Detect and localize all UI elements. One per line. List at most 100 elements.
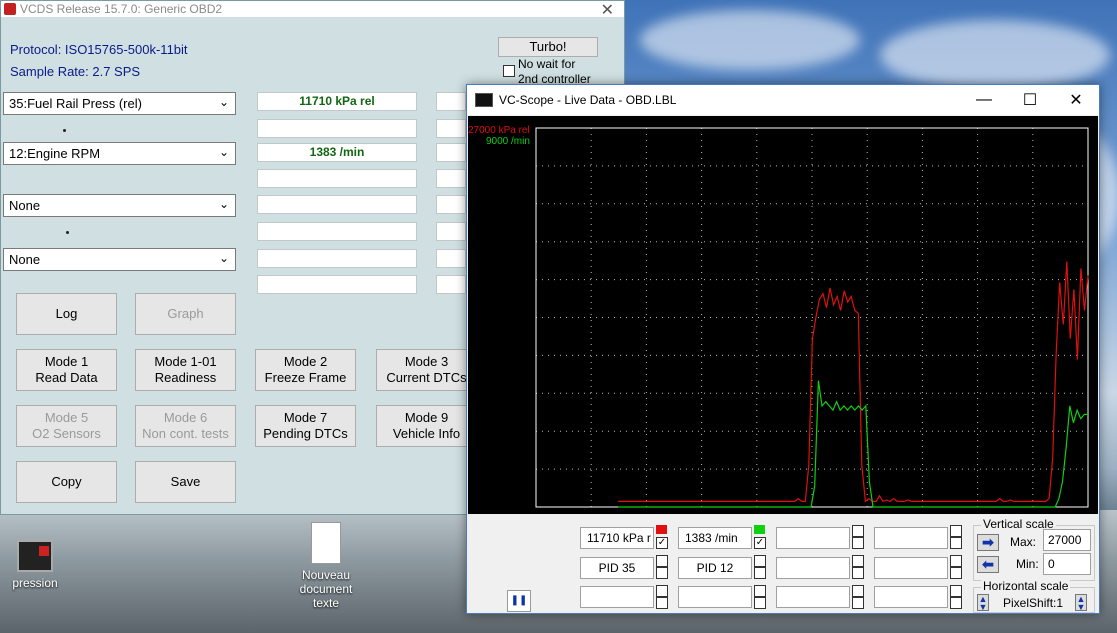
turbo-button[interactable]: Turbo!	[498, 37, 598, 57]
series3-color-checkbox[interactable]	[852, 525, 864, 537]
max-label: Max:	[1010, 535, 1037, 549]
arrow-left-icon[interactable]: ⬅	[977, 556, 999, 573]
pause-button[interactable]: ❚❚	[507, 590, 531, 612]
pid-button-4[interactable]	[874, 557, 948, 579]
maximize-icon[interactable]: ☐	[1007, 85, 1053, 115]
aux-field	[436, 119, 466, 138]
checkbox[interactable]	[754, 567, 766, 579]
max-input[interactable]: 27000	[1043, 529, 1091, 551]
desktop-icon-label: pression	[12, 576, 58, 590]
checkbox[interactable]	[950, 597, 962, 609]
pid-selector-1[interactable]: 35:Fuel Rail Press (rel) ⌄	[3, 92, 236, 115]
text-document-icon	[311, 522, 341, 564]
chevron-down-icon: ⌄	[218, 251, 229, 265]
mode9-button[interactable]: Mode 9 Vehicle Info	[376, 405, 477, 447]
close-icon[interactable]: ✕	[1053, 85, 1099, 115]
series-line-fuel-rail-pressure	[618, 261, 1089, 503]
reading-field-3	[257, 195, 417, 214]
button-label: Readiness	[154, 370, 217, 385]
scope-title: VC-Scope - Live Data - OBD.LBL	[499, 93, 677, 107]
pid-35-button[interactable]: PID 35	[580, 557, 654, 579]
series-line-engine-rpm	[618, 380, 1088, 508]
pid-button-3[interactable]	[776, 557, 850, 579]
pixelshift-spinner-icon[interactable]: ▲ ▼	[1075, 594, 1087, 612]
scope-field-row3-2	[678, 586, 752, 608]
checkbox[interactable]	[950, 567, 962, 579]
copy-button[interactable]: Copy	[16, 461, 117, 503]
button-label: Mode 1	[44, 354, 89, 369]
reading-field-4	[257, 249, 417, 268]
series4-visible-checkbox[interactable]	[950, 537, 962, 549]
close-icon[interactable]: ✕	[601, 0, 614, 20]
checkbox[interactable]	[754, 555, 766, 567]
button-label: Read Data	[35, 370, 98, 385]
pid-selector-value: None	[9, 252, 41, 267]
series1-label: 27000 kPa rel	[468, 125, 530, 136]
checkbox[interactable]	[656, 555, 668, 567]
button-label: Mode 2	[283, 354, 328, 369]
no-wait-checkbox[interactable]	[503, 65, 515, 77]
pid-selector-3[interactable]: None ⌄	[3, 194, 236, 217]
checkbox[interactable]	[656, 585, 668, 597]
mode3-button[interactable]: Mode 3 Current DTCs	[376, 349, 477, 391]
aux-field	[436, 169, 466, 188]
checkbox[interactable]	[852, 585, 864, 597]
desktop-icon-new-text-document[interactable]: Nouveau document texte	[286, 522, 366, 610]
min-input[interactable]: 0	[1043, 553, 1091, 575]
mode7-button[interactable]: Mode 7 Pending DTCs	[255, 405, 356, 447]
pid-selector-2[interactable]: 12:Engine RPM ⌄	[3, 142, 236, 165]
aux-field	[436, 195, 466, 214]
pid-12-button[interactable]: PID 12	[678, 557, 752, 579]
scope-field-row3-4	[874, 586, 948, 608]
checkbox[interactable]	[754, 585, 766, 597]
vc-scope-window: VC-Scope - Live Data - OBD.LBL — ☐ ✕ 270…	[466, 84, 1100, 614]
scope-app-icon	[475, 93, 493, 107]
checkbox[interactable]	[656, 567, 668, 579]
protocol-text: Protocol: ISO15765-500k-11bit	[10, 42, 188, 57]
scope-field-row3-3	[776, 586, 850, 608]
minimize-icon[interactable]: —	[961, 85, 1007, 115]
desktop-icon-pression[interactable]: pression	[0, 540, 75, 590]
series4-color-checkbox[interactable]	[950, 525, 962, 537]
mode5-button[interactable]: Mode 5 O2 Sensors	[16, 405, 117, 447]
chevron-down-icon: ⌄	[218, 197, 229, 211]
graph-button[interactable]: Graph	[135, 293, 236, 335]
checkbox[interactable]	[656, 597, 668, 609]
reading-field-2b	[257, 169, 417, 188]
button-label: O2 Sensors	[32, 426, 101, 441]
button-label: Mode 1-01	[154, 354, 217, 369]
checkbox[interactable]	[754, 597, 766, 609]
separator-dot	[66, 231, 69, 234]
mode2-button[interactable]: Mode 2 Freeze Frame	[255, 349, 356, 391]
checkbox[interactable]	[852, 597, 864, 609]
scroll-arrows-icon[interactable]: ▲ ▼	[977, 594, 989, 612]
button-label: Save	[170, 474, 201, 489]
log-button[interactable]: Log	[16, 293, 117, 335]
button-label: Pending DTCs	[263, 426, 348, 441]
no-wait-label-line1: No wait for	[518, 57, 576, 71]
aux-field	[436, 92, 466, 111]
scope-chart: 27000 kPa rel 9000 /min	[468, 125, 1089, 508]
checkbox[interactable]	[852, 567, 864, 579]
pid-selector-value: 12:Engine RPM	[9, 146, 101, 161]
mode1-button[interactable]: Mode 1 Read Data	[16, 349, 117, 391]
series3-visible-checkbox[interactable]	[852, 537, 864, 549]
series1-visible-checkbox[interactable]: ✓	[656, 537, 668, 549]
series2-visible-checkbox[interactable]: ✓	[754, 537, 766, 549]
pid-selector-4[interactable]: None ⌄	[3, 248, 236, 271]
checkbox[interactable]	[852, 555, 864, 567]
save-button[interactable]: Save	[135, 461, 236, 503]
cloud	[640, 10, 860, 70]
sample-rate-text: Sample Rate: 2.7 SPS	[10, 64, 141, 79]
aux-field	[436, 222, 466, 241]
scope-value-field-4	[874, 527, 948, 549]
no-wait-label: No wait for 2nd controller	[518, 57, 591, 87]
checkbox[interactable]	[950, 555, 962, 567]
mode6-button[interactable]: Mode 6 Non cont. tests	[135, 405, 236, 447]
mode101-button[interactable]: Mode 1-01 Readiness	[135, 349, 236, 391]
arrow-right-icon[interactable]: ➡	[977, 534, 999, 551]
horizontal-scale-label: Horizontal scale	[981, 579, 1071, 593]
button-label: Vehicle Info	[392, 426, 461, 441]
pixelshift-label: PixelShift:1	[1003, 596, 1064, 610]
checkbox[interactable]	[950, 585, 962, 597]
